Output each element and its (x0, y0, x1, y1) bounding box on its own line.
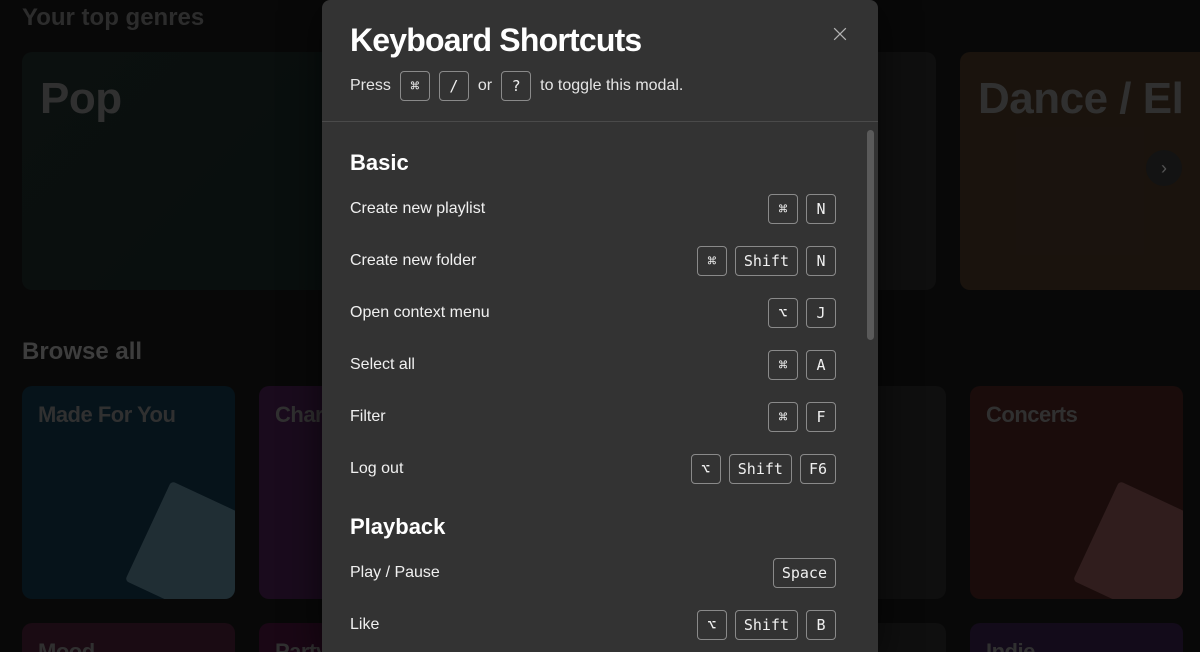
key: Shift (729, 454, 792, 484)
shortcut-keys: ⌥ Shift B (697, 610, 836, 640)
key: J (806, 298, 836, 328)
shortcut-row: Create new folder ⌘ Shift N (350, 246, 836, 276)
shortcut-keys: ⌘ F (768, 402, 836, 432)
shortcut-row: Open context menu ⌥ J (350, 298, 836, 328)
shortcut-label: Create new folder (350, 252, 476, 270)
modal-title: Keyboard Shortcuts (350, 22, 850, 59)
shortcut-label: Create new playlist (350, 200, 485, 218)
key: F (806, 402, 836, 432)
close-icon (830, 24, 850, 44)
keyboard-shortcuts-modal: Keyboard Shortcuts Press ⌘ / or ? to tog… (322, 0, 878, 652)
scrollbar-thumb[interactable] (867, 130, 874, 340)
shortcut-label: Filter (350, 408, 386, 426)
press-prefix: Press (350, 77, 391, 95)
key: ⌥ (691, 454, 721, 484)
modal-subtitle: Press ⌘ / or ? to toggle this modal. (350, 71, 850, 101)
modal-wrap: Keyboard Shortcuts Press ⌘ / or ? to tog… (0, 0, 1200, 652)
press-or: or (478, 77, 492, 95)
shortcut-group-title: Basic (350, 150, 836, 176)
key: Space (773, 558, 836, 588)
modal-body: Basic Create new playlist ⌘ N Create new… (322, 122, 878, 652)
shortcut-keys: Space (773, 558, 836, 588)
key: Shift (735, 246, 798, 276)
key: Shift (735, 610, 798, 640)
key-question: ? (501, 71, 531, 101)
key: A (806, 350, 836, 380)
shortcut-keys: ⌥ J (768, 298, 836, 328)
key: ⌘ (768, 350, 798, 380)
key-slash: / (439, 71, 469, 101)
key-cmd: ⌘ (400, 71, 430, 101)
shortcut-label: Like (350, 616, 379, 634)
shortcut-label: Log out (350, 460, 403, 478)
shortcut-keys: ⌘ A (768, 350, 836, 380)
key: B (806, 610, 836, 640)
shortcut-keys: ⌘ N (768, 194, 836, 224)
key: ⌘ (768, 194, 798, 224)
shortcut-label: Open context menu (350, 304, 490, 322)
key: ⌥ (768, 298, 798, 328)
shortcut-keys: ⌥ Shift F6 (691, 454, 836, 484)
press-suffix: to toggle this modal. (540, 77, 683, 95)
key: N (806, 246, 836, 276)
shortcut-row: Play / Pause Space (350, 558, 836, 588)
key: ⌥ (697, 610, 727, 640)
shortcut-row: Log out ⌥ Shift F6 (350, 454, 836, 484)
shortcut-label: Select all (350, 356, 415, 374)
shortcut-keys: ⌘ Shift N (697, 246, 836, 276)
shortcut-group-title: Playback (350, 514, 836, 540)
modal-scroll-content: Basic Create new playlist ⌘ N Create new… (350, 150, 850, 640)
key: N (806, 194, 836, 224)
shortcut-row: Filter ⌘ F (350, 402, 836, 432)
shortcut-row: Select all ⌘ A (350, 350, 836, 380)
key: ⌘ (768, 402, 798, 432)
close-button[interactable] (826, 20, 854, 48)
shortcut-row: Create new playlist ⌘ N (350, 194, 836, 224)
key: F6 (800, 454, 836, 484)
shortcut-label: Play / Pause (350, 564, 440, 582)
modal-header: Keyboard Shortcuts Press ⌘ / or ? to tog… (322, 0, 878, 122)
shortcut-row: Like ⌥ Shift B (350, 610, 836, 640)
key: ⌘ (697, 246, 727, 276)
